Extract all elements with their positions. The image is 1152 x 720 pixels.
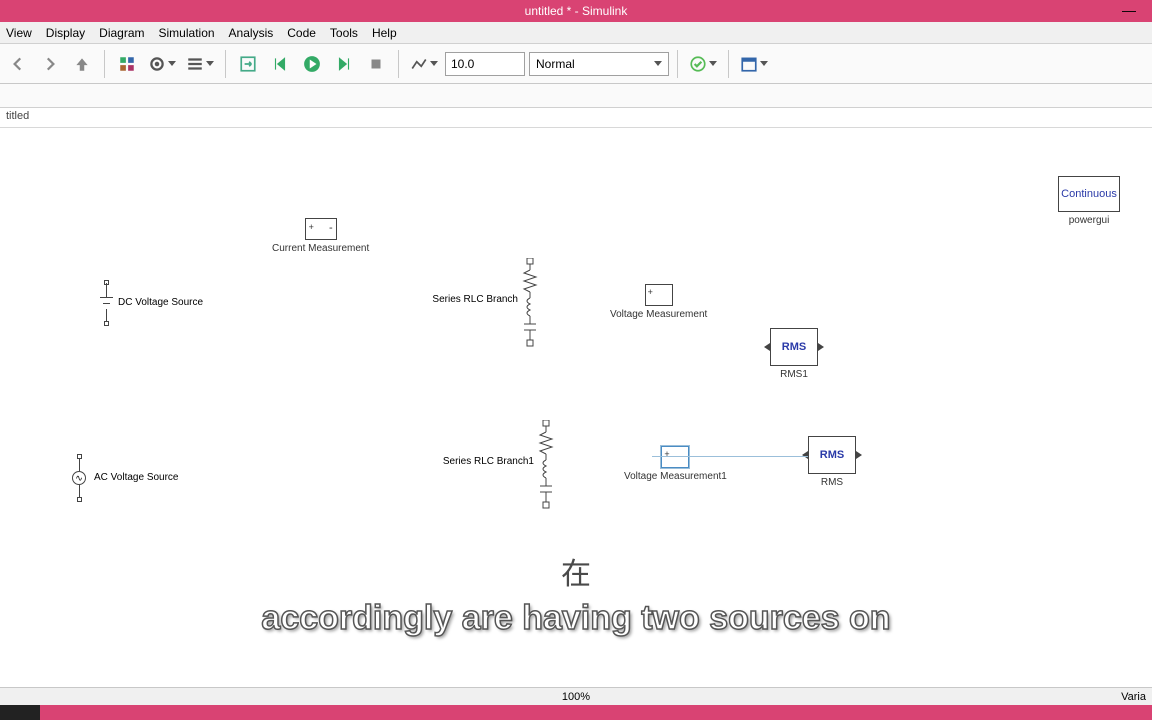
- block-label: Series RLC Branch1: [443, 456, 534, 467]
- menu-diagram[interactable]: Diagram: [99, 26, 144, 40]
- block-label: RMS1: [770, 369, 818, 380]
- model-canvas[interactable]: Current Measurement DC Voltage Source ∿ …: [0, 128, 1152, 688]
- menu-bar: View Display Diagram Simulation Analysis…: [0, 22, 1152, 44]
- subtitle-cn: 在: [561, 549, 591, 593]
- run-button[interactable]: [298, 50, 326, 78]
- block-label: powergui: [1058, 215, 1120, 226]
- rms-text: RMS: [820, 449, 844, 461]
- sub-toolbar: [0, 84, 1152, 108]
- simulation-mode-label: Normal: [536, 57, 575, 71]
- block-rms[interactable]: RMS RMS: [808, 436, 856, 488]
- block-label: Voltage Measurement: [610, 309, 707, 320]
- block-ac-voltage-source[interactable]: ∿ AC Voltage Source: [72, 454, 86, 502]
- menu-help[interactable]: Help: [372, 26, 397, 40]
- taskbar: [0, 705, 1152, 720]
- window-title: untitled * - Simulink: [525, 4, 628, 18]
- block-label: AC Voltage Source: [94, 472, 179, 483]
- model-config-button[interactable]: [145, 50, 179, 78]
- model-explorer-button[interactable]: [183, 50, 217, 78]
- library-browser-button[interactable]: [113, 50, 141, 78]
- schedule-button[interactable]: [737, 50, 771, 78]
- menu-simulation[interactable]: Simulation: [159, 26, 215, 40]
- subtitle-en: accordingly are having two sources on: [261, 599, 890, 638]
- nav-up-button[interactable]: [68, 50, 96, 78]
- signal-wire: [652, 456, 808, 457]
- block-current-measurement[interactable]: Current Measurement: [272, 218, 369, 254]
- menu-code[interactable]: Code: [287, 26, 316, 40]
- block-series-rlc-branch[interactable]: Series RLC Branch: [520, 258, 540, 357]
- stop-button[interactable]: [362, 50, 390, 78]
- minimize-button[interactable]: —: [1122, 2, 1136, 18]
- checkmark-button[interactable]: [686, 50, 720, 78]
- taskbar-item[interactable]: [0, 705, 40, 720]
- nav-back-button[interactable]: [4, 50, 32, 78]
- menu-display[interactable]: Display: [46, 26, 85, 40]
- toolbar: Normal: [0, 44, 1152, 84]
- signal-logging-button[interactable]: [407, 50, 441, 78]
- block-voltage-measurement1[interactable]: Voltage Measurement1: [624, 446, 727, 482]
- block-powergui[interactable]: Continuous powergui: [1058, 176, 1120, 226]
- status-right: Varia: [1121, 691, 1146, 703]
- block-label: Voltage Measurement1: [624, 471, 727, 482]
- block-label: Current Measurement: [272, 243, 369, 254]
- menu-analysis[interactable]: Analysis: [229, 26, 274, 40]
- simulation-mode-select[interactable]: Normal: [529, 52, 669, 76]
- stop-time-input[interactable]: [445, 52, 525, 76]
- menu-tools[interactable]: Tools: [330, 26, 358, 40]
- update-diagram-button[interactable]: [234, 50, 262, 78]
- menu-view[interactable]: View: [6, 26, 32, 40]
- block-dc-voltage-source[interactable]: DC Voltage Source: [100, 283, 112, 323]
- status-bar: 100% Varia: [0, 687, 1152, 705]
- block-label: DC Voltage Source: [118, 297, 203, 308]
- block-label: RMS: [808, 477, 856, 488]
- title-bar: untitled * - Simulink —: [0, 0, 1152, 22]
- nav-forward-button[interactable]: [36, 50, 64, 78]
- block-label: Series RLC Branch: [432, 294, 518, 305]
- rms-text: RMS: [782, 341, 806, 353]
- block-series-rlc-branch1[interactable]: Series RLC Branch1: [536, 420, 556, 519]
- step-back-button[interactable]: [266, 50, 294, 78]
- block-voltage-measurement[interactable]: Voltage Measurement: [610, 284, 707, 320]
- powergui-mode: Continuous: [1061, 188, 1117, 200]
- breadcrumb[interactable]: titled: [0, 108, 1152, 128]
- step-forward-button[interactable]: [330, 50, 358, 78]
- zoom-level[interactable]: 100%: [562, 691, 590, 703]
- block-rms1[interactable]: RMS RMS1: [770, 328, 818, 380]
- breadcrumb-path: titled: [6, 110, 29, 122]
